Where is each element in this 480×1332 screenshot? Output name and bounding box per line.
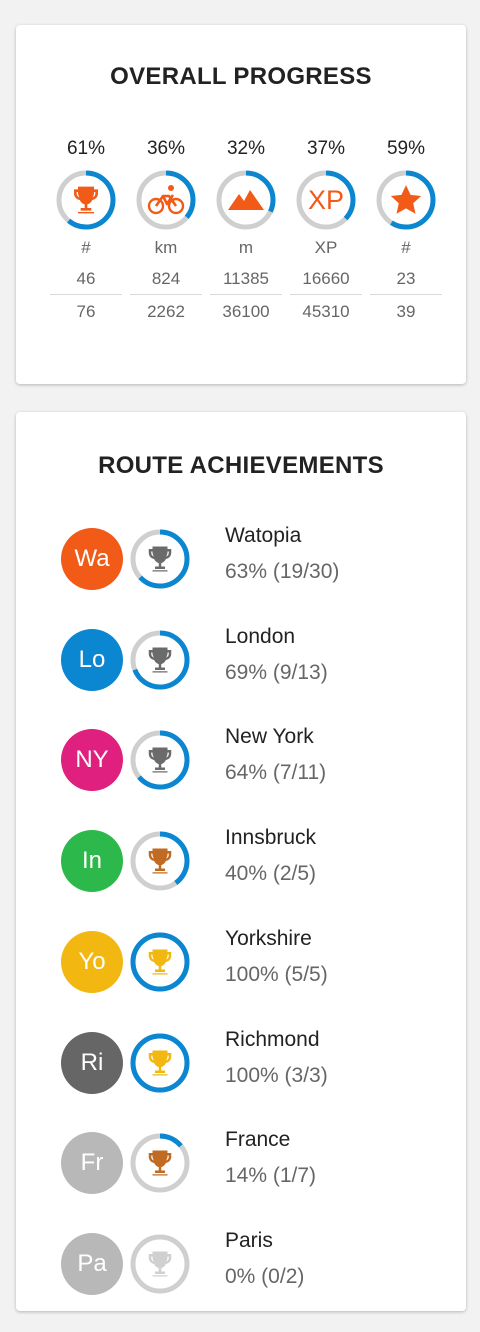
route-badge: Lo bbox=[61, 628, 123, 691]
route-name: New York bbox=[225, 725, 314, 749]
trophy-icon bbox=[129, 830, 191, 892]
overall-stat: 61% #46 76 bbox=[46, 137, 126, 329]
star-icon bbox=[375, 169, 437, 231]
route-item[interactable]: NY New York 64% (7/11) bbox=[61, 723, 461, 797]
stat-current: 46 bbox=[50, 263, 122, 295]
stat-percent: 37% bbox=[306, 138, 346, 159]
route-progress: 63% (19/30) bbox=[225, 560, 340, 583]
route-progress-ring bbox=[129, 528, 191, 590]
route-progress-ring bbox=[129, 629, 191, 691]
stat-total: 2262 bbox=[147, 302, 185, 321]
overall-progress-title: OVERALL PROGRESS bbox=[110, 63, 372, 90]
bicycle-icon bbox=[135, 169, 197, 231]
route-name: Richmond bbox=[225, 1027, 320, 1051]
route-badge: Wa bbox=[61, 528, 123, 590]
route-progress: 69% (9/13) bbox=[225, 660, 328, 684]
xp-icon-text: XP bbox=[307, 184, 345, 215]
route-name: France bbox=[225, 1128, 291, 1152]
trophy-icon bbox=[129, 931, 191, 993]
trophy-icon bbox=[129, 528, 191, 590]
route-name: Paris bbox=[225, 1228, 273, 1252]
route-name: Innsbruck bbox=[225, 826, 317, 850]
overall-stats: 61% #46 76 36% km 824 2262 32% m 11385 36100 37% XP X… bbox=[46, 137, 446, 329]
route-progress: 64% (7/11) bbox=[225, 761, 327, 785]
xp-icon: XP bbox=[295, 169, 357, 231]
route-achievements-card: ROUTE ACHIEVEMENTS Wa Watopia 63% (19/30) L… bbox=[16, 412, 466, 1311]
route-badge: Pa bbox=[61, 1232, 123, 1295]
stat-percent: 32% bbox=[226, 138, 266, 159]
overall-stat: 59% #23 39 bbox=[366, 137, 446, 329]
stat-percent: 61% bbox=[66, 138, 106, 159]
stat-unit: # bbox=[81, 238, 91, 257]
stat-current: 16660 bbox=[290, 263, 362, 295]
stat-unit: km bbox=[154, 238, 178, 257]
stat-current: 11385 bbox=[210, 263, 282, 295]
route-badge: NY bbox=[61, 729, 123, 792]
route-badge: Fr bbox=[61, 1132, 123, 1195]
stat-progress-ring bbox=[55, 169, 117, 231]
trophy-icon bbox=[129, 729, 191, 791]
stat-percent: 36% bbox=[146, 138, 186, 159]
stat-total: 39 bbox=[396, 302, 416, 321]
overall-progress-card: OVERALL PROGRESS 61% #46 76 36% km 824 2262 32%… bbox=[16, 25, 466, 384]
route-progress-ring bbox=[129, 931, 191, 993]
route-badge: Ri bbox=[61, 1031, 123, 1094]
stat-percent: 59% bbox=[386, 138, 426, 159]
route-progress-ring bbox=[129, 1032, 191, 1094]
route-name: Watopia bbox=[225, 524, 302, 547]
stat-total: 36100 bbox=[222, 302, 270, 321]
route-item[interactable]: Pa Paris 0% (0/2) bbox=[61, 1227, 461, 1301]
overall-stat: 36% km 824 2262 bbox=[126, 137, 206, 329]
route-name: Yorkshire bbox=[225, 926, 312, 950]
route-progress: 0% (0/2) bbox=[225, 1264, 305, 1288]
trophy-icon bbox=[129, 629, 191, 691]
mountain-icon bbox=[215, 169, 277, 231]
route-progress-ring bbox=[129, 1233, 191, 1295]
stat-current: 824 bbox=[130, 263, 202, 295]
route-achievements-title: ROUTE ACHIEVEMENTS bbox=[98, 452, 384, 479]
trophy-icon bbox=[129, 1032, 191, 1094]
route-progress: 14% (1/7) bbox=[225, 1164, 317, 1188]
route-item[interactable]: Ri Richmond 100% (3/3) bbox=[61, 1026, 461, 1100]
trophy-icon bbox=[55, 169, 117, 231]
route-item[interactable]: Wa Watopia 63% (19/30) bbox=[61, 522, 461, 596]
route-progress-ring bbox=[129, 830, 191, 892]
route-item[interactable]: In Innsbruck 40% (2/5) bbox=[61, 824, 461, 898]
route-progress: 40% (2/5) bbox=[225, 862, 317, 886]
stat-progress-ring bbox=[375, 169, 437, 231]
trophy-icon bbox=[129, 1132, 191, 1194]
route-item[interactable]: Fr France 14% (1/7) bbox=[61, 1126, 461, 1200]
route-name: London bbox=[225, 624, 296, 648]
route-progress: 100% (3/3) bbox=[225, 1063, 328, 1087]
route-badge: Yo bbox=[61, 930, 123, 993]
stat-current: 23 bbox=[370, 263, 442, 295]
stat-progress-ring: XP bbox=[295, 169, 357, 231]
stat-progress-ring bbox=[215, 169, 277, 231]
route-badge: In bbox=[61, 830, 123, 893]
stat-unit: m bbox=[238, 238, 254, 257]
stat-total: 76 bbox=[76, 302, 96, 321]
route-item[interactable]: Yo Yorkshire 100% (5/5) bbox=[61, 925, 461, 999]
stat-unit: XP bbox=[314, 238, 338, 257]
trophy-icon bbox=[129, 1233, 191, 1295]
overall-stat: 32% m 11385 36100 bbox=[206, 137, 286, 329]
route-item[interactable]: Lo London 69% (9/13) bbox=[61, 623, 461, 697]
stat-progress-ring bbox=[135, 169, 197, 231]
route-progress-ring bbox=[129, 1132, 191, 1194]
overall-stat: 37% XP XP 16660 45310 bbox=[286, 137, 366, 329]
route-progress: 100% (5/5) bbox=[225, 962, 328, 986]
route-progress-ring bbox=[129, 729, 191, 791]
stat-unit: # bbox=[401, 238, 411, 257]
stat-total: 45310 bbox=[302, 302, 350, 321]
